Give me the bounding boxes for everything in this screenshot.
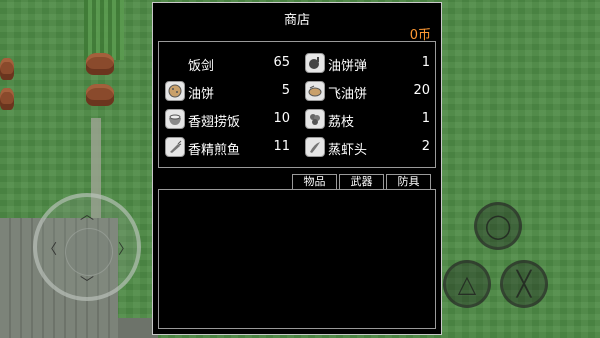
item-price: 11	[273, 139, 290, 154]
shop-title: 商店	[283, 13, 310, 28]
item-name: 荔枝	[328, 115, 355, 130]
fried-fish-icon	[165, 137, 185, 157]
joystick-knob[interactable]	[65, 228, 113, 276]
shop-item-sword[interactable]: 饭剑 65	[162, 50, 294, 76]
tree-stump	[0, 58, 14, 80]
pancake-bomb-icon	[305, 53, 325, 73]
cross-button[interactable]: ╳	[500, 260, 548, 308]
shop-item-rice-bowl[interactable]: 香翅捞饭 10	[162, 106, 294, 132]
triangle-button[interactable]: △	[443, 260, 491, 308]
rice-bowl-icon	[165, 109, 185, 129]
item-price: 1	[421, 55, 430, 70]
inventory-list[interactable]	[158, 189, 436, 329]
item-price: 5	[281, 83, 290, 98]
flying-pancake-icon	[305, 81, 325, 101]
shop-item-fried-fish[interactable]: 香精煎鱼 11	[162, 134, 294, 160]
shop-item-grid: 饭剑 65 油饼弹 1 油饼 5 飞油饼 20 香翅捞饭 10 荔枝 1 香精煎…	[158, 41, 436, 168]
tab-items[interactable]: 物品	[292, 174, 337, 189]
item-price: 2	[421, 139, 430, 154]
item-name: 香精煎鱼	[188, 143, 241, 158]
shop-panel: 商店 0币 饭剑 65 油饼弹 1 油饼 5 飞油饼 20 香翅捞饭 10 荔枝…	[152, 2, 442, 335]
tree-stump	[0, 88, 14, 110]
category-tabs: 物品 武器 防具	[292, 174, 433, 190]
item-name: 油饼弹	[328, 59, 368, 74]
item-price: 65	[273, 55, 290, 70]
item-name: 油饼	[188, 87, 215, 102]
item-price: 20	[413, 83, 430, 98]
pancake-icon	[165, 81, 185, 101]
shop-item-flying-pancake[interactable]: 飞油饼 20	[302, 78, 434, 104]
cross-icon: ╳	[516, 270, 532, 298]
joystick-up-arrow: ︿	[80, 207, 94, 223]
shop-item-shrimp[interactable]: 蒸虾头 2	[302, 134, 434, 160]
tree-stump	[86, 53, 114, 75]
tab-weapons[interactable]: 武器	[339, 174, 384, 189]
item-name: 飞油饼	[328, 87, 368, 102]
shop-item-pancake-bomb[interactable]: 油饼弹 1	[302, 50, 434, 76]
shop-item-pancake[interactable]: 油饼 5	[162, 78, 294, 104]
shop-item-lychee[interactable]: 荔枝 1	[302, 106, 434, 132]
triangle-icon: △	[457, 270, 477, 298]
item-name: 蒸虾头	[328, 143, 368, 158]
shrimp-icon	[305, 137, 325, 157]
crop-field	[84, 0, 124, 60]
item-name: 香翅捞饭	[188, 115, 241, 130]
item-name: 饭剑	[188, 59, 215, 74]
item-price: 10	[273, 111, 290, 126]
tab-armor[interactable]: 防具	[386, 174, 431, 189]
joystick-right-arrow: 〉	[118, 242, 132, 258]
lychee-icon	[305, 109, 325, 129]
tree-stump	[86, 84, 114, 106]
item-price: 1	[421, 111, 430, 126]
circle-icon: ◯	[484, 212, 512, 240]
joystick-left-arrow: 〈	[43, 242, 57, 258]
circle-button[interactable]: ◯	[474, 202, 522, 250]
joystick-down-arrow: ﹀	[80, 276, 94, 292]
